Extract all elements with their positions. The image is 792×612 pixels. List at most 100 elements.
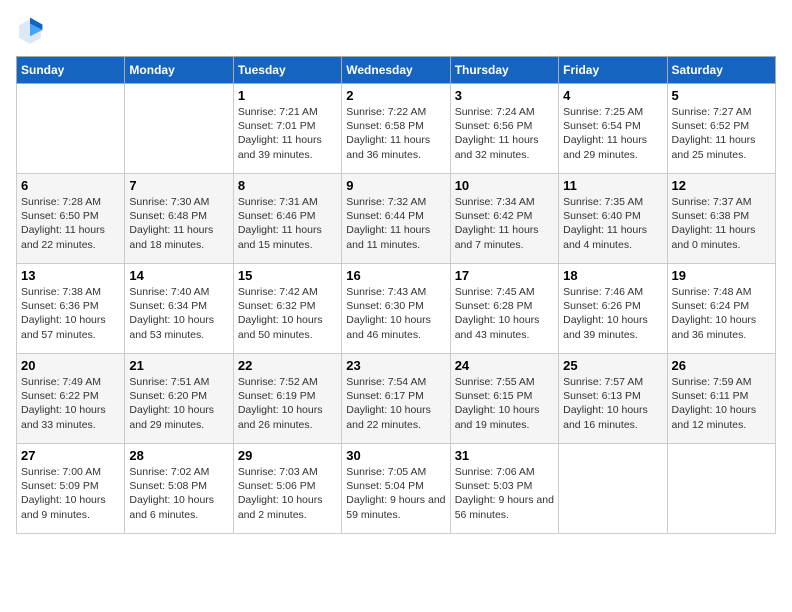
day-number: 13: [21, 268, 120, 283]
cell-info: Sunrise: 7:03 AM Sunset: 5:06 PM Dayligh…: [238, 465, 337, 522]
calendar-cell: 5 Sunrise: 7:27 AM Sunset: 6:52 PM Daylig…: [667, 84, 775, 174]
weekday-header: Monday: [125, 57, 233, 84]
weekday-header: Saturday: [667, 57, 775, 84]
calendar-cell: 15 Sunrise: 7:42 AM Sunset: 6:32 PM Dayli…: [233, 264, 341, 354]
day-number: 25: [563, 358, 662, 373]
calendar-cell: 17 Sunrise: 7:45 AM Sunset: 6:28 PM Dayli…: [450, 264, 558, 354]
cell-info: Sunrise: 7:40 AM Sunset: 6:34 PM Dayligh…: [129, 285, 228, 342]
cell-info: Sunrise: 7:42 AM Sunset: 6:32 PM Dayligh…: [238, 285, 337, 342]
day-number: 16: [346, 268, 445, 283]
calendar-cell: 27 Sunrise: 7:00 AM Sunset: 5:09 PM Dayli…: [17, 444, 125, 534]
calendar-cell: [17, 84, 125, 174]
cell-info: Sunrise: 7:54 AM Sunset: 6:17 PM Dayligh…: [346, 375, 445, 432]
day-number: 18: [563, 268, 662, 283]
cell-info: Sunrise: 7:27 AM Sunset: 6:52 PM Dayligh…: [672, 105, 771, 162]
cell-info: Sunrise: 7:32 AM Sunset: 6:44 PM Dayligh…: [346, 195, 445, 252]
calendar-cell: 31Sunrise: 7:06 AM Sunset: 5:03 PM Dayli…: [450, 444, 558, 534]
day-number: 19: [672, 268, 771, 283]
day-number: 23: [346, 358, 445, 373]
day-number: 29: [238, 448, 337, 463]
calendar-cell: 26 Sunrise: 7:59 AM Sunset: 6:11 PM Dayli…: [667, 354, 775, 444]
cell-info: Sunrise: 7:05 AM Sunset: 5:04 PM Dayligh…: [346, 465, 445, 522]
calendar-cell: 11 Sunrise: 7:35 AM Sunset: 6:40 PM Dayli…: [559, 174, 667, 264]
calendar-cell: [667, 444, 775, 534]
cell-info: Sunrise: 7:35 AM Sunset: 6:40 PM Dayligh…: [563, 195, 662, 252]
cell-info: Sunrise: 7:28 AM Sunset: 6:50 PM Dayligh…: [21, 195, 120, 252]
weekday-header: Tuesday: [233, 57, 341, 84]
calendar-cell: 23 Sunrise: 7:54 AM Sunset: 6:17 PM Dayli…: [342, 354, 450, 444]
cell-info: Sunrise: 7:46 AM Sunset: 6:26 PM Dayligh…: [563, 285, 662, 342]
cell-info: Sunrise: 7:49 AM Sunset: 6:22 PM Dayligh…: [21, 375, 120, 432]
weekday-header: Wednesday: [342, 57, 450, 84]
cell-info: Sunrise: 7:30 AM Sunset: 6:48 PM Dayligh…: [129, 195, 228, 252]
day-number: 17: [455, 268, 554, 283]
calendar-cell: 16 Sunrise: 7:43 AM Sunset: 6:30 PM Dayli…: [342, 264, 450, 354]
cell-info: Sunrise: 7:34 AM Sunset: 6:42 PM Dayligh…: [455, 195, 554, 252]
weekday-header: Thursday: [450, 57, 558, 84]
calendar-cell: [559, 444, 667, 534]
day-number: 1: [238, 88, 337, 103]
calendar-week-row: 27 Sunrise: 7:00 AM Sunset: 5:09 PM Dayli…: [17, 444, 776, 534]
cell-info: Sunrise: 7:55 AM Sunset: 6:15 PM Dayligh…: [455, 375, 554, 432]
cell-info: Sunrise: 7:57 AM Sunset: 6:13 PM Dayligh…: [563, 375, 662, 432]
calendar-cell: 13 Sunrise: 7:38 AM Sunset: 6:36 PM Dayli…: [17, 264, 125, 354]
day-number: 31: [455, 448, 554, 463]
day-number: 15: [238, 268, 337, 283]
day-number: 2: [346, 88, 445, 103]
day-number: 8: [238, 178, 337, 193]
logo-icon: [16, 16, 44, 44]
calendar-cell: 28 Sunrise: 7:02 AM Sunset: 5:08 PM Dayli…: [125, 444, 233, 534]
cell-info: Sunrise: 7:38 AM Sunset: 6:36 PM Dayligh…: [21, 285, 120, 342]
calendar-cell: 10Sunrise: 7:34 AM Sunset: 6:42 PM Dayli…: [450, 174, 558, 264]
cell-info: Sunrise: 7:51 AM Sunset: 6:20 PM Dayligh…: [129, 375, 228, 432]
calendar-cell: 14 Sunrise: 7:40 AM Sunset: 6:34 PM Dayli…: [125, 264, 233, 354]
calendar-header-row: SundayMondayTuesdayWednesdayThursdayFrid…: [17, 57, 776, 84]
calendar-cell: 25 Sunrise: 7:57 AM Sunset: 6:13 PM Dayli…: [559, 354, 667, 444]
cell-info: Sunrise: 7:45 AM Sunset: 6:28 PM Dayligh…: [455, 285, 554, 342]
cell-info: Sunrise: 7:00 AM Sunset: 5:09 PM Dayligh…: [21, 465, 120, 522]
cell-info: Sunrise: 7:25 AM Sunset: 6:54 PM Dayligh…: [563, 105, 662, 162]
cell-info: Sunrise: 7:22 AM Sunset: 6:58 PM Dayligh…: [346, 105, 445, 162]
day-number: 30: [346, 448, 445, 463]
cell-info: Sunrise: 7:24 AM Sunset: 6:56 PM Dayligh…: [455, 105, 554, 162]
calendar-cell: 21 Sunrise: 7:51 AM Sunset: 6:20 PM Dayli…: [125, 354, 233, 444]
day-number: 22: [238, 358, 337, 373]
calendar-week-row: 13 Sunrise: 7:38 AM Sunset: 6:36 PM Dayli…: [17, 264, 776, 354]
weekday-header: Sunday: [17, 57, 125, 84]
logo: [16, 16, 48, 44]
day-number: 5: [672, 88, 771, 103]
calendar-cell: 1 Sunrise: 7:21 AM Sunset: 7:01 PM Daylig…: [233, 84, 341, 174]
cell-info: Sunrise: 7:43 AM Sunset: 6:30 PM Dayligh…: [346, 285, 445, 342]
cell-info: Sunrise: 7:37 AM Sunset: 6:38 PM Dayligh…: [672, 195, 771, 252]
calendar-cell: 22Sunrise: 7:52 AM Sunset: 6:19 PM Dayli…: [233, 354, 341, 444]
day-number: 26: [672, 358, 771, 373]
calendar-week-row: 20 Sunrise: 7:49 AM Sunset: 6:22 PM Dayli…: [17, 354, 776, 444]
day-number: 28: [129, 448, 228, 463]
calendar-cell: 18 Sunrise: 7:46 AM Sunset: 6:26 PM Dayli…: [559, 264, 667, 354]
day-number: 11: [563, 178, 662, 193]
calendar-cell: 9 Sunrise: 7:32 AM Sunset: 6:44 PM Daylig…: [342, 174, 450, 264]
calendar-cell: 7 Sunrise: 7:30 AM Sunset: 6:48 PM Daylig…: [125, 174, 233, 264]
day-number: 20: [21, 358, 120, 373]
day-number: 24: [455, 358, 554, 373]
day-number: 27: [21, 448, 120, 463]
calendar-cell: 8Sunrise: 7:31 AM Sunset: 6:46 PM Daylig…: [233, 174, 341, 264]
calendar-table: SundayMondayTuesdayWednesdayThursdayFrid…: [16, 56, 776, 534]
day-number: 7: [129, 178, 228, 193]
day-number: 21: [129, 358, 228, 373]
page-header: [16, 16, 776, 44]
day-number: 9: [346, 178, 445, 193]
calendar-week-row: 1 Sunrise: 7:21 AM Sunset: 7:01 PM Daylig…: [17, 84, 776, 174]
calendar-cell: 20 Sunrise: 7:49 AM Sunset: 6:22 PM Dayli…: [17, 354, 125, 444]
day-number: 4: [563, 88, 662, 103]
calendar-cell: 29 Sunrise: 7:03 AM Sunset: 5:06 PM Dayli…: [233, 444, 341, 534]
cell-info: Sunrise: 7:21 AM Sunset: 7:01 PM Dayligh…: [238, 105, 337, 162]
calendar-cell: 30 Sunrise: 7:05 AM Sunset: 5:04 PM Dayli…: [342, 444, 450, 534]
calendar-cell: 3 Sunrise: 7:24 AM Sunset: 6:56 PM Daylig…: [450, 84, 558, 174]
cell-info: Sunrise: 7:02 AM Sunset: 5:08 PM Dayligh…: [129, 465, 228, 522]
day-number: 3: [455, 88, 554, 103]
day-number: 6: [21, 178, 120, 193]
cell-info: Sunrise: 7:59 AM Sunset: 6:11 PM Dayligh…: [672, 375, 771, 432]
calendar-cell: 4 Sunrise: 7:25 AM Sunset: 6:54 PM Daylig…: [559, 84, 667, 174]
day-number: 14: [129, 268, 228, 283]
